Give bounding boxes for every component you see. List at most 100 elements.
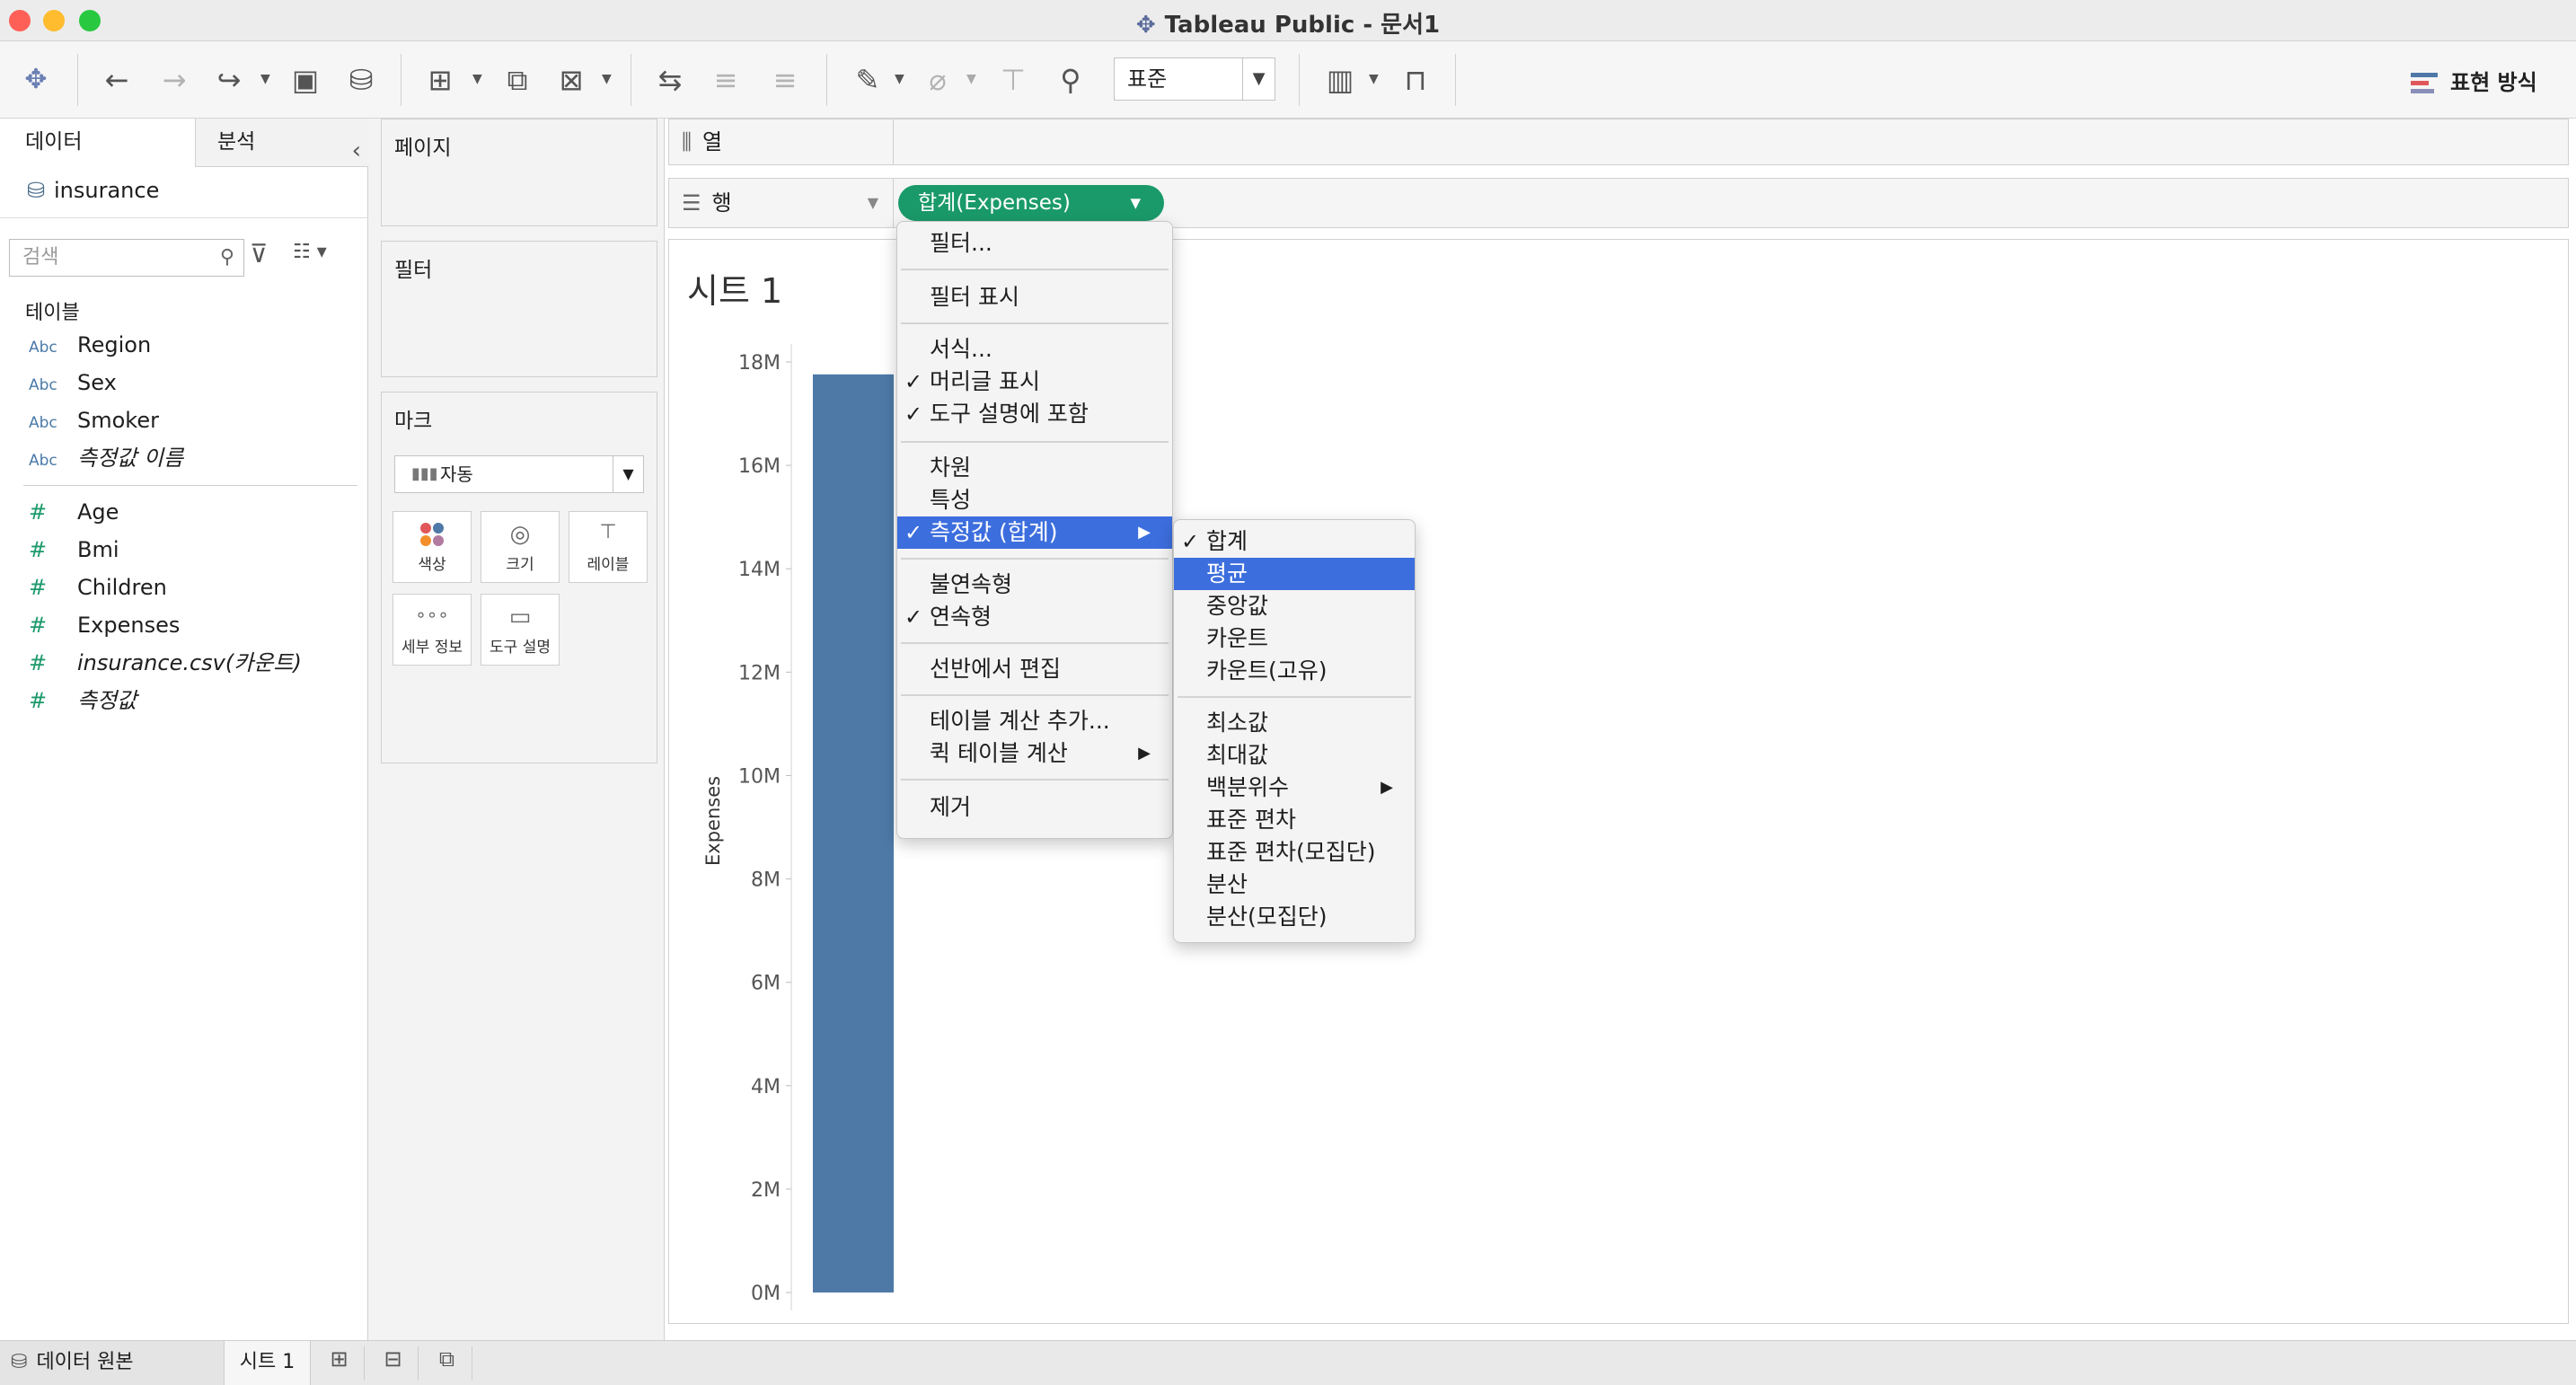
sort-ascending-icon[interactable]: ≡ bbox=[706, 61, 745, 99]
tooltip-button[interactable]: ▭ 도구 설명 bbox=[481, 594, 560, 666]
field-smoker[interactable]: Abc Smoker bbox=[29, 404, 159, 437]
data-source-tab[interactable]: ⛁ 데이터 원본 bbox=[0, 1341, 225, 1385]
chevron-down-icon[interactable]: ▼ bbox=[602, 72, 612, 86]
clear-sheet-icon[interactable]: ⊠ bbox=[551, 61, 591, 99]
menu-item-min[interactable]: 최소값 bbox=[1174, 707, 1415, 739]
color-button[interactable]: 색상 bbox=[393, 511, 472, 583]
show-labels-icon[interactable]: ⊤ bbox=[993, 61, 1033, 99]
new-dashboard-icon[interactable]: ⊟ bbox=[368, 1346, 419, 1381]
size-icon: ◎ bbox=[509, 521, 531, 548]
field-expenses[interactable]: # Expenses bbox=[29, 609, 180, 641]
menu-item-count[interactable]: 카운트 bbox=[1174, 622, 1415, 655]
field-measure-values[interactable]: # 측정값 bbox=[29, 684, 137, 717]
tab-analysis[interactable]: 분석 ‹ bbox=[196, 119, 368, 167]
show-cards-icon[interactable]: ▥ bbox=[1320, 61, 1360, 99]
field-children[interactable]: # Children bbox=[29, 571, 167, 604]
field-record-count[interactable]: # insurance.csv(카운트) bbox=[29, 647, 302, 679]
save-icon[interactable]: ▣ bbox=[286, 61, 325, 99]
tab-data[interactable]: 데이터 bbox=[0, 119, 196, 167]
filters-card[interactable]: 필터 bbox=[381, 241, 657, 377]
y-tick-label: 10M bbox=[738, 765, 781, 788]
chevron-down-icon[interactable]: ▼ bbox=[1369, 72, 1379, 86]
menu-item-quick-table-calc[interactable]: 퀵 테이블 계산 ▶ bbox=[897, 737, 1172, 770]
menu-item-measure-sum[interactable]: ✓ 측정값 (합계) ▶ bbox=[897, 516, 1172, 549]
field-region[interactable]: Abc Region bbox=[29, 329, 151, 361]
menu-item-average[interactable]: 평균 bbox=[1174, 558, 1415, 590]
y-tick-label: 16M bbox=[738, 455, 781, 478]
columns-shelf-label: ⫼ 열 bbox=[669, 119, 894, 164]
swap-rows-columns-icon[interactable]: ⇆ bbox=[650, 61, 690, 99]
menu-item-format[interactable]: 서식... bbox=[897, 333, 1172, 366]
menu-item-dimension[interactable]: 차원 bbox=[897, 452, 1172, 484]
group-icon[interactable]: ⌀ bbox=[920, 61, 956, 99]
menu-item-median[interactable]: 중앙값 bbox=[1174, 590, 1415, 622]
size-button[interactable]: ◎ 크기 bbox=[481, 511, 560, 583]
menu-item-remove[interactable]: 제거 bbox=[897, 791, 1172, 824]
menu-item-stdev-population[interactable]: 표준 편차(모집단) bbox=[1174, 836, 1415, 869]
menu-item-max[interactable]: 최대값 bbox=[1174, 739, 1415, 772]
menu-item-sum[interactable]: ✓ 합계 bbox=[1174, 525, 1415, 558]
label-button[interactable]: ⊤ 레이블 bbox=[569, 511, 648, 583]
menu-item-add-table-calc[interactable]: 테이블 계산 추가... bbox=[897, 705, 1172, 737]
search-input[interactable]: 검색 ⚲ bbox=[9, 239, 244, 277]
chevron-down-icon[interactable]: ▼ bbox=[966, 72, 976, 86]
pin-icon[interactable]: ⚲ bbox=[1051, 61, 1090, 99]
menu-item-count-distinct[interactable]: 카운트(고유) bbox=[1174, 655, 1415, 687]
new-story-icon[interactable]: ⧉ bbox=[422, 1346, 472, 1381]
sheet-tab[interactable]: 시트 1 bbox=[225, 1341, 311, 1385]
field-sex[interactable]: Abc Sex bbox=[29, 366, 117, 399]
menu-item-percentile[interactable]: 백분위수 ▶ bbox=[1174, 772, 1415, 804]
bar[interactable] bbox=[813, 374, 894, 1292]
menu-item-edit-in-shelf[interactable]: 선반에서 편집 bbox=[897, 653, 1172, 685]
checkmark-icon: ✓ bbox=[904, 520, 923, 545]
menu-item-variance[interactable]: 분산 bbox=[1174, 869, 1415, 901]
highlight-icon[interactable]: ✎ bbox=[850, 61, 886, 99]
window-title: ✥ Tableau Public - 문서1 bbox=[0, 6, 2576, 40]
replay-icon[interactable]: ↪ bbox=[208, 61, 250, 99]
tableau-home-icon[interactable]: ✥ bbox=[18, 61, 54, 99]
chevron-down-icon[interactable]: ▼ bbox=[895, 72, 904, 86]
sort-descending-icon[interactable]: ≡ bbox=[765, 61, 805, 99]
presentation-mode-icon[interactable]: ⊓ bbox=[1396, 61, 1435, 99]
chevron-down-icon[interactable]: ▼ bbox=[472, 72, 482, 86]
new-worksheet-icon[interactable]: ⊞ bbox=[420, 61, 460, 99]
undo-icon[interactable]: ← bbox=[97, 61, 137, 99]
field-age[interactable]: # Age bbox=[29, 496, 119, 528]
filter-icon[interactable]: ⊽ bbox=[250, 239, 269, 269]
color-icon bbox=[393, 521, 471, 551]
chevron-down-icon[interactable]: ▼ bbox=[260, 72, 270, 86]
filters-card-title: 필터 bbox=[394, 259, 433, 282]
string-type-icon: Abc bbox=[29, 376, 57, 394]
pages-card[interactable]: 페이지 bbox=[381, 119, 657, 226]
menu-item-show-filter[interactable]: 필터 표시 bbox=[897, 281, 1172, 313]
search-placeholder: 검색 bbox=[22, 246, 59, 269]
menu-item-variance-population[interactable]: 분산(모집단) bbox=[1174, 901, 1415, 933]
chevron-down-icon[interactable]: ▼ bbox=[1130, 185, 1141, 221]
new-datasource-icon[interactable]: ⛁ bbox=[341, 61, 381, 99]
menu-item-filter[interactable]: 필터... bbox=[897, 227, 1172, 260]
redo-icon[interactable]: → bbox=[154, 61, 194, 99]
new-worksheet-icon[interactable]: ⊞ bbox=[314, 1346, 365, 1381]
y-tick-label: 0M bbox=[751, 1283, 781, 1305]
menu-item-show-header[interactable]: ✓ 머리글 표시 bbox=[897, 366, 1172, 398]
datasource-item[interactable]: ⛁ insurance bbox=[27, 178, 159, 203]
columns-shelf[interactable]: ⫼ 열 bbox=[668, 119, 2569, 165]
chevron-down-icon[interactable]: ▼ bbox=[868, 179, 878, 227]
menu-item-attribute[interactable]: 특성 bbox=[897, 484, 1172, 516]
menu-item-continuous[interactable]: ✓ 연속형 bbox=[897, 601, 1172, 633]
expenses-pill[interactable]: 합계(Expenses) ▼ bbox=[898, 185, 1164, 221]
menu-item-include-in-tooltip[interactable]: ✓ 도구 설명에 포함 bbox=[897, 398, 1172, 430]
fit-select[interactable]: 표준 ▼ bbox=[1114, 57, 1275, 101]
view-options-icon[interactable]: ☷ ▾ bbox=[293, 241, 327, 263]
detail-button[interactable]: ∘∘∘ 세부 정보 bbox=[393, 594, 472, 666]
menu-item-discrete[interactable]: 불연속형 bbox=[897, 569, 1172, 601]
tables-heading: 테이블 bbox=[25, 302, 80, 324]
field-bmi[interactable]: # Bmi bbox=[29, 534, 119, 566]
string-type-icon: Abc bbox=[29, 339, 57, 357]
field-measure-names[interactable]: Abc 측정값 이름 bbox=[29, 442, 183, 474]
collapse-pane-icon[interactable]: ‹ bbox=[352, 128, 361, 174]
menu-item-stdev[interactable]: 표준 편차 bbox=[1174, 804, 1415, 836]
mark-type-select[interactable]: ▮▮▮ 자동 ▼ bbox=[394, 455, 644, 493]
duplicate-sheet-icon[interactable]: ⧉ bbox=[498, 61, 537, 99]
show-me-button[interactable]: 표현 방식 bbox=[2411, 65, 2537, 96]
